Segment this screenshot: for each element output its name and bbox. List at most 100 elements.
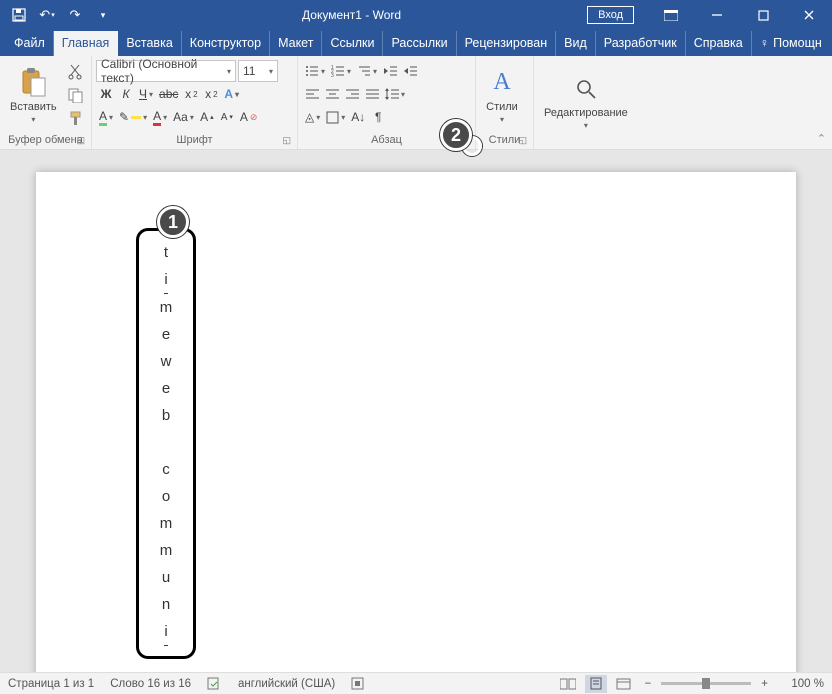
- vertical-letter[interactable]: t: [164, 239, 168, 266]
- zoom-out-button[interactable]: −: [641, 678, 656, 690]
- highlight-color-button[interactable]: ✎▾: [116, 106, 150, 128]
- lightbulb-icon: ♀: [760, 36, 769, 50]
- maximize-icon[interactable]: [740, 0, 786, 30]
- undo-icon[interactable]: ↶▾: [34, 2, 60, 28]
- highlight-button[interactable]: A▾: [96, 106, 116, 128]
- italic-button[interactable]: К: [116, 83, 136, 105]
- spellcheck-icon[interactable]: [207, 677, 222, 690]
- font-name-combo[interactable]: Calibri (Основной текст)▾: [96, 60, 236, 82]
- show-marks-button[interactable]: ¶: [368, 106, 388, 128]
- copy-icon[interactable]: [65, 84, 86, 106]
- read-mode-icon[interactable]: [557, 675, 579, 693]
- vertical-letter[interactable]: b: [162, 402, 170, 429]
- shading-button[interactable]: ◬▾: [302, 106, 323, 128]
- strikethrough-button[interactable]: abc: [156, 83, 181, 105]
- styles-launcher-icon[interactable]: ◱: [518, 135, 527, 146]
- vertical-letter[interactable]: w: [161, 348, 172, 375]
- clipboard-launcher-icon[interactable]: ◱: [76, 135, 85, 146]
- tab-help[interactable]: Справка: [686, 31, 752, 56]
- decrease-indent-button[interactable]: [380, 60, 400, 82]
- collapse-ribbon-icon[interactable]: ⌃: [817, 132, 826, 145]
- selected-text-column[interactable]: timeweb communi: [136, 228, 196, 659]
- increase-indent-button[interactable]: [400, 60, 420, 82]
- cut-icon[interactable]: [65, 61, 86, 83]
- superscript-button[interactable]: x2: [201, 83, 221, 105]
- change-case-button[interactable]: Aa▾: [170, 106, 197, 128]
- zoom-slider[interactable]: [661, 682, 751, 685]
- chevron-down-icon: ▾: [31, 115, 35, 124]
- svg-text:3: 3: [331, 73, 334, 77]
- text-effects-button[interactable]: A▾: [221, 83, 242, 105]
- vertical-letter[interactable]: e: [162, 321, 170, 348]
- language-status[interactable]: английский (США): [238, 678, 335, 690]
- paste-button[interactable]: Вставить ▾: [4, 58, 63, 132]
- login-button[interactable]: Вход: [587, 6, 634, 24]
- tab-review[interactable]: Рецензирован: [457, 31, 557, 56]
- close-icon[interactable]: [786, 0, 832, 30]
- vertical-letter[interactable]: i: [164, 266, 167, 294]
- vertical-letter[interactable]: n: [162, 591, 170, 618]
- font-color-button[interactable]: A▾: [150, 106, 170, 128]
- redo-icon[interactable]: ↷: [62, 2, 88, 28]
- numbering-button[interactable]: 123▾: [328, 60, 354, 82]
- ribbon-display-icon[interactable]: [648, 0, 694, 30]
- search-icon: [570, 73, 602, 105]
- styles-icon: A: [486, 67, 518, 99]
- zoom-level[interactable]: 100 %: [778, 678, 824, 690]
- print-layout-icon[interactable]: [585, 675, 607, 693]
- word-count-status[interactable]: Слово 16 из 16: [110, 678, 191, 690]
- multilevel-list-button[interactable]: ▾: [354, 60, 380, 82]
- zoom-in-button[interactable]: +: [757, 678, 772, 690]
- page-number-status[interactable]: Страница 1 из 1: [8, 678, 94, 690]
- tab-file[interactable]: Файл: [6, 31, 54, 56]
- vertical-letter[interactable]: [164, 429, 168, 456]
- underline-button[interactable]: Ч▾: [136, 83, 156, 105]
- minimize-icon[interactable]: [694, 0, 740, 30]
- justify-button[interactable]: [362, 83, 382, 105]
- line-spacing-button[interactable]: ▾: [382, 83, 408, 105]
- bold-button[interactable]: Ж: [96, 83, 116, 105]
- macro-record-icon[interactable]: [351, 677, 364, 690]
- tab-mailings[interactable]: Рассылки: [383, 31, 456, 56]
- vertical-letter[interactable]: m: [160, 537, 173, 564]
- status-bar: Страница 1 из 1 Слово 16 из 16 английски…: [0, 672, 832, 694]
- tab-design[interactable]: Конструктор: [182, 31, 270, 56]
- page[interactable]: timeweb communi: [36, 172, 796, 672]
- tell-me-button[interactable]: ♀Помощн: [752, 31, 830, 56]
- chevron-down-icon: ▾: [584, 121, 588, 130]
- qat-customize-icon[interactable]: ▾: [90, 2, 116, 28]
- document-area[interactable]: timeweb communi: [0, 150, 832, 672]
- align-center-button[interactable]: [322, 83, 342, 105]
- align-right-button[interactable]: [342, 83, 362, 105]
- tab-home[interactable]: Главная: [54, 31, 119, 56]
- tab-references[interactable]: Ссылки: [322, 31, 383, 56]
- vertical-letter[interactable]: c: [162, 456, 170, 483]
- tab-layout[interactable]: Макет: [270, 31, 322, 56]
- align-left-button[interactable]: [302, 83, 322, 105]
- font-size-combo[interactable]: 11▾: [238, 60, 278, 82]
- vertical-letter[interactable]: o: [162, 483, 170, 510]
- bullets-button[interactable]: ▾: [302, 60, 328, 82]
- vertical-letter[interactable]: u: [162, 564, 170, 591]
- font-launcher-icon[interactable]: ◱: [282, 135, 291, 146]
- tab-insert[interactable]: Вставка: [118, 31, 181, 56]
- annotation-marker-1: 1: [157, 206, 189, 238]
- vertical-letter[interactable]: m: [160, 294, 173, 321]
- styles-button[interactable]: A Стили ▾: [480, 58, 524, 132]
- subscript-button[interactable]: x2: [181, 83, 201, 105]
- tab-developer[interactable]: Разработчик: [596, 31, 686, 56]
- editing-button[interactable]: Редактирование ▾: [538, 58, 634, 144]
- vertical-letter[interactable]: m: [160, 510, 173, 537]
- clear-formatting-button[interactable]: A⊘: [237, 106, 261, 128]
- borders-button[interactable]: ▾: [323, 106, 348, 128]
- shrink-font-button[interactable]: A▾: [217, 106, 237, 128]
- vertical-letter[interactable]: i: [164, 618, 167, 646]
- sort-button[interactable]: A↓: [348, 106, 368, 128]
- format-painter-icon[interactable]: [65, 107, 86, 129]
- document-title: Документ1 - Word: [116, 8, 587, 22]
- save-icon[interactable]: [6, 2, 32, 28]
- tab-view[interactable]: Вид: [556, 31, 596, 56]
- grow-font-button[interactable]: A▴: [197, 106, 217, 128]
- web-layout-icon[interactable]: [613, 675, 635, 693]
- vertical-letter[interactable]: e: [162, 375, 170, 402]
